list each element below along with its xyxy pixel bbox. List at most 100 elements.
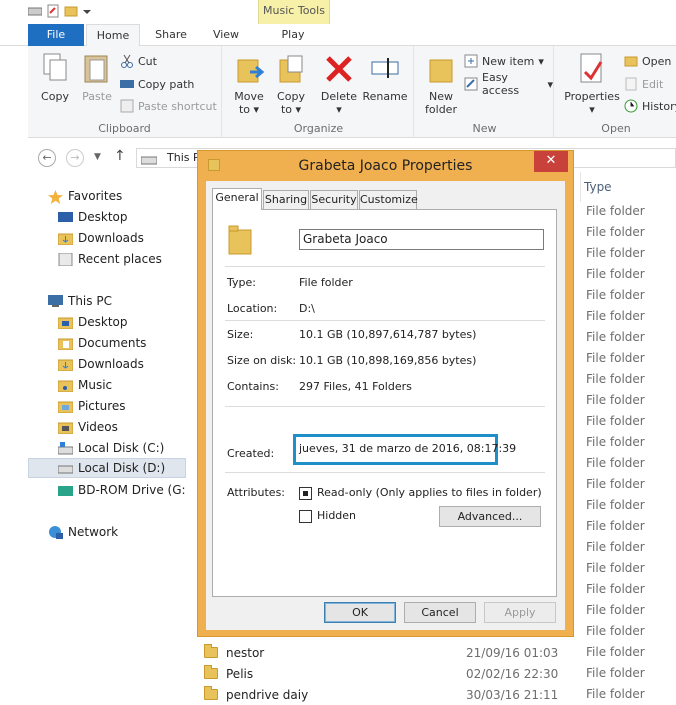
new-item-button[interactable]: New item ▾ bbox=[464, 52, 544, 70]
properties-dialog: Grabeta Joaco Properties ✕ General Shari… bbox=[197, 150, 574, 637]
open-group: Properties▾ Open Edit History Open bbox=[556, 46, 676, 138]
created-value: jueves, 31 de marzo de 2016, 08:17:39 bbox=[299, 442, 517, 455]
edit-icon bbox=[624, 77, 638, 91]
type-cell: File folder bbox=[586, 582, 645, 596]
forward-button[interactable]: → bbox=[66, 149, 84, 167]
table-row[interactable]: pendrive daiy 30/03/16 21:11 bbox=[204, 684, 558, 705]
history-icon bbox=[624, 99, 638, 113]
table-row[interactable]: Pelis 02/02/16 22:30 bbox=[204, 663, 558, 684]
close-button[interactable]: ✕ bbox=[534, 151, 568, 172]
type-cell: File folder bbox=[586, 267, 645, 281]
tree-documents[interactable]: Documents bbox=[57, 333, 146, 353]
pictures-folder-icon bbox=[57, 400, 74, 413]
tab-file[interactable]: File bbox=[28, 24, 84, 46]
tab-view[interactable]: View bbox=[204, 24, 248, 46]
tab-play[interactable]: Play bbox=[266, 24, 320, 46]
type-cell: File folder bbox=[586, 687, 645, 701]
new-folder-button[interactable]: New folder bbox=[418, 52, 464, 116]
new-item-icon bbox=[464, 54, 478, 68]
navigation-pane: Favorites Desktop Downloads Recent place… bbox=[28, 180, 198, 694]
tab-home[interactable]: Home bbox=[86, 24, 140, 47]
tree-recent-places[interactable]: Recent places bbox=[58, 249, 162, 269]
tab-sharing[interactable]: Sharing bbox=[263, 190, 309, 209]
type-cell: File folder bbox=[586, 540, 645, 554]
easy-access-button[interactable]: Easy access ▾ bbox=[464, 71, 553, 97]
tree-pictures[interactable]: Pictures bbox=[57, 396, 126, 416]
open-label: Open bbox=[601, 122, 631, 135]
readonly-checkbox[interactable] bbox=[299, 487, 312, 500]
recent-locations-icon[interactable]: ▼ bbox=[94, 152, 101, 162]
apply-button[interactable]: Apply bbox=[484, 602, 556, 623]
clipboard-group: Copy Paste Cut Copy path Paste shortcut … bbox=[28, 46, 222, 138]
back-arrow-icon: ← bbox=[42, 151, 52, 164]
type-cell: File folder bbox=[586, 603, 645, 617]
cancel-button[interactable]: Cancel bbox=[404, 602, 476, 623]
tree-desktop[interactable]: Desktop bbox=[58, 207, 128, 227]
rename-button[interactable]: Rename bbox=[360, 52, 410, 103]
move-to-button[interactable]: Move to ▾ bbox=[226, 52, 272, 116]
delete-x-icon bbox=[324, 52, 354, 86]
back-button[interactable]: ← bbox=[38, 149, 56, 167]
new-label: New bbox=[472, 122, 497, 135]
properties-qat-icon[interactable] bbox=[46, 4, 60, 18]
tree-this-pc[interactable]: This PC bbox=[48, 291, 112, 311]
tree-pc-desktop[interactable]: Desktop bbox=[57, 312, 128, 332]
hidden-checkbox[interactable] bbox=[299, 510, 312, 523]
type-column-header[interactable]: Type bbox=[584, 180, 612, 194]
folder-icon bbox=[204, 686, 218, 700]
type-label: Type: bbox=[227, 276, 256, 289]
size-on-disk-label: Size on disk: bbox=[227, 354, 297, 367]
tree-videos[interactable]: Videos bbox=[57, 417, 118, 437]
tree-music[interactable]: Music bbox=[57, 375, 112, 395]
type-cell: File folder bbox=[586, 435, 645, 449]
copy-button[interactable]: Copy bbox=[32, 52, 78, 103]
edit-button[interactable]: Edit bbox=[624, 75, 663, 93]
tab-share[interactable]: Share bbox=[146, 24, 196, 46]
paste-icon bbox=[82, 52, 112, 86]
tree-local-disk-c[interactable]: Local Disk (C:) bbox=[57, 438, 164, 458]
open-button[interactable]: Open bbox=[624, 52, 671, 70]
properties-button[interactable]: Properties ▾ bbox=[564, 52, 620, 116]
cut-button[interactable]: Cut bbox=[120, 52, 157, 70]
drive-icon[interactable] bbox=[27, 4, 43, 18]
tree-favorites[interactable]: Favorites bbox=[48, 186, 122, 206]
tab-customize[interactable]: Customize bbox=[359, 190, 418, 209]
music-folder-icon bbox=[57, 379, 74, 392]
new-folder-qat-icon[interactable] bbox=[64, 4, 78, 18]
videos-folder-icon bbox=[57, 421, 74, 434]
tree-bd-rom[interactable]: BD-ROM Drive (G:) I bbox=[58, 480, 198, 500]
tree-pc-downloads[interactable]: Downloads bbox=[57, 354, 144, 374]
copy-to-button[interactable]: Copy to ▾ bbox=[268, 52, 314, 116]
move-to-icon bbox=[234, 52, 265, 86]
star-icon bbox=[48, 189, 63, 204]
paste-button[interactable]: Paste bbox=[74, 52, 120, 103]
history-button[interactable]: History bbox=[624, 97, 676, 115]
ok-button[interactable]: OK bbox=[324, 602, 396, 623]
dialog-title: Grabeta Joaco Properties bbox=[298, 158, 473, 174]
folder-icon bbox=[204, 644, 218, 658]
type-cell: File folder bbox=[586, 456, 645, 470]
type-cell: File folder bbox=[586, 225, 645, 239]
size-on-disk-value: 10.1 GB (10,898,169,856 bytes) bbox=[299, 354, 477, 367]
tree-downloads[interactable]: Downloads bbox=[57, 228, 144, 248]
location-label: Location: bbox=[227, 302, 278, 315]
tree-local-disk-d[interactable]: Local Disk (D:) bbox=[28, 458, 186, 478]
drive-breadcrumb-icon bbox=[140, 153, 158, 171]
up-arrow-icon[interactable]: ↑ bbox=[114, 148, 126, 164]
type-cell: File folder bbox=[586, 645, 645, 659]
folder-name-input[interactable]: Grabeta Joaco bbox=[299, 229, 544, 250]
tab-security[interactable]: Security bbox=[310, 190, 358, 209]
type-cell: File folder bbox=[586, 561, 645, 575]
qat-dropdown-icon[interactable] bbox=[82, 4, 96, 18]
paste-shortcut-button[interactable]: Paste shortcut bbox=[120, 97, 217, 115]
tab-general[interactable]: General bbox=[212, 188, 262, 210]
tree-network[interactable]: Network bbox=[48, 522, 118, 542]
advanced-button[interactable]: Advanced... bbox=[439, 506, 541, 527]
copy-to-icon bbox=[276, 52, 306, 86]
copy-path-button[interactable]: Copy path bbox=[120, 75, 194, 93]
windows-drive-icon bbox=[57, 441, 74, 455]
table-row[interactable]: nestor 21/09/16 01:03 bbox=[204, 642, 558, 663]
rename-icon bbox=[370, 52, 400, 86]
new-group: New folder New item ▾ Easy access ▾ New bbox=[416, 46, 554, 138]
delete-button[interactable]: Delete ▾ bbox=[316, 52, 362, 116]
